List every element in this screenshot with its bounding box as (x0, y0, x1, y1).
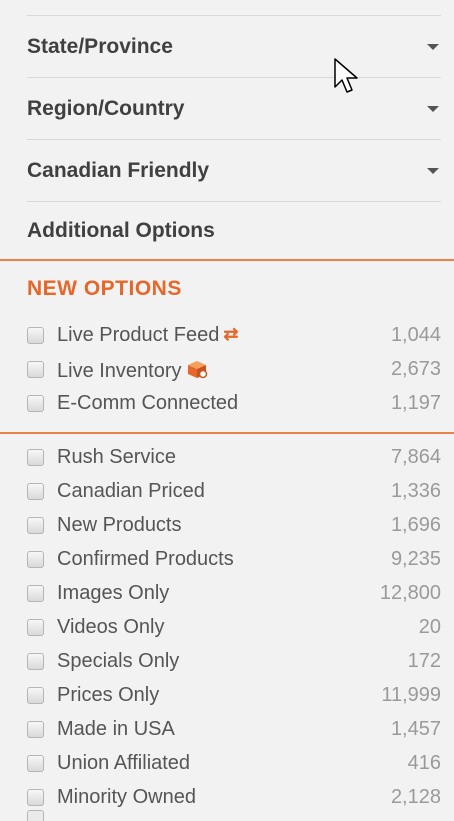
option-minority-owned[interactable]: Minority Owned 2,128 (27, 783, 441, 811)
option-made-in-usa[interactable]: Made in USA 1,457 (27, 715, 441, 743)
state-province-dropdown[interactable]: State/Province (27, 15, 441, 77)
option-count: 1,336 (390, 480, 441, 502)
canadian-friendly-dropdown[interactable]: Canadian Friendly (27, 139, 441, 201)
option-count: 2,673 (390, 358, 441, 380)
option-rush-service[interactable]: Rush Service 7,864 (27, 443, 441, 471)
additional-options-label: Additional Options (27, 218, 215, 242)
chevron-down-icon[interactable] (427, 43, 439, 50)
option-count: 1,197 (390, 392, 441, 414)
section-divider (0, 432, 454, 434)
option-images-only[interactable]: Images Only 12,800 (27, 579, 441, 607)
option-live-product-feed[interactable]: Live Product Feed ⇄ 1,044 (27, 321, 441, 349)
option-label: Rush Service (57, 446, 176, 468)
option-live-inventory[interactable]: Live Inventory 2,673 (27, 355, 441, 383)
checkbox[interactable] (27, 327, 44, 344)
sync-arrows-icon: ⇄ (223, 324, 239, 344)
checkbox[interactable] (27, 483, 44, 500)
option-count: 1,457 (390, 718, 441, 740)
option-count: 9,235 (390, 548, 441, 570)
checkbox[interactable] (27, 517, 44, 534)
option-count: 172 (407, 650, 441, 672)
checkbox[interactable] (27, 449, 44, 466)
region-country-dropdown[interactable]: Region/Country (27, 77, 441, 139)
option-confirmed-products[interactable]: Confirmed Products 9,235 (27, 545, 441, 573)
option-label: Videos Only (57, 616, 165, 638)
option-count: 11,999 (381, 684, 441, 706)
state-province-label: State/Province (27, 34, 173, 58)
option-canadian-priced[interactable]: Canadian Priced 1,336 (27, 477, 441, 505)
option-prices-only[interactable]: Prices Only 11,999 (27, 681, 441, 709)
checkbox[interactable] (27, 755, 44, 772)
option-label: E-Comm Connected (57, 392, 239, 414)
option-specials-only[interactable]: Specials Only 172 (27, 647, 441, 675)
filter-panel: State/Province Region/Country Canadian F… (0, 0, 454, 821)
checkbox[interactable] (27, 585, 44, 602)
option-count: 7,864 (390, 446, 441, 468)
option-label: Canadian Priced (57, 480, 205, 502)
option-count: 1,044 (390, 324, 441, 346)
option-count: 1,696 (390, 514, 441, 536)
checkbox[interactable] (27, 361, 44, 378)
section-divider (0, 259, 454, 261)
inventory-box-icon (186, 358, 208, 386)
checkbox[interactable] (27, 395, 44, 412)
option-label: New Products (57, 514, 182, 536)
checkbox[interactable] (27, 721, 44, 738)
additional-options-header[interactable]: Additional Options (27, 201, 441, 259)
option-label: Specials Only (57, 650, 180, 672)
option-label: Union Affiliated (57, 752, 191, 774)
checkbox[interactable] (27, 687, 44, 704)
checkbox[interactable] (27, 551, 44, 568)
option-label: Made in USA (57, 718, 175, 740)
option-new-products[interactable]: New Products 1,696 (27, 511, 441, 539)
chevron-down-icon[interactable] (427, 105, 439, 112)
option-ecomm-connected[interactable]: E-Comm Connected 1,197 (27, 389, 441, 417)
option-count: 416 (407, 752, 441, 774)
checkbox[interactable] (27, 789, 44, 806)
mouse-cursor-icon (333, 57, 359, 102)
option-count: 20 (418, 616, 441, 638)
option-label: Confirmed Products (57, 548, 234, 570)
new-options-heading: NEW OPTIONS (27, 277, 182, 300)
option-videos-only[interactable]: Videos Only 20 (27, 613, 441, 641)
checkbox[interactable] (27, 619, 44, 636)
chevron-down-icon[interactable] (427, 167, 439, 174)
option-count: 12,800 (379, 582, 441, 604)
option-label: Live Product Feed (57, 324, 220, 346)
region-country-label: Region/Country (27, 96, 185, 120)
canadian-friendly-label: Canadian Friendly (27, 158, 210, 182)
option-label: Live Inventory (57, 360, 182, 382)
checkbox[interactable] (27, 653, 44, 670)
option-union-affiliated[interactable]: Union Affiliated 416 (27, 749, 441, 777)
option-label: Minority Owned (57, 786, 196, 808)
option-label: Images Only (57, 582, 170, 604)
option-label: Prices Only (57, 684, 160, 706)
checkbox[interactable] (27, 810, 44, 821)
option-count: 2,128 (390, 786, 441, 808)
